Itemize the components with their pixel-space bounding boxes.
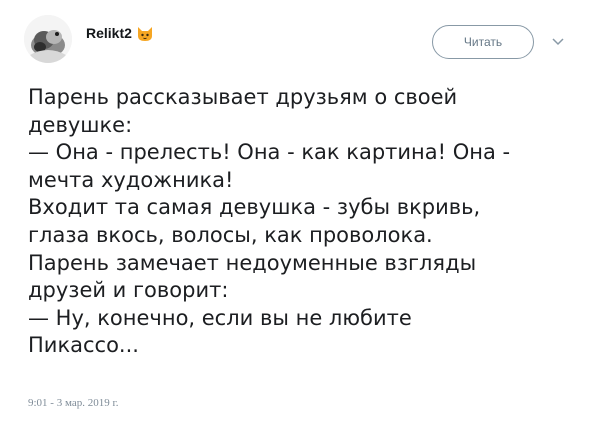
tweet-card: Relikt2 Читать Парень рассказывает друзь… <box>0 0 600 431</box>
tweet-line: девушке: <box>28 112 133 137</box>
cat-face-icon <box>136 24 154 42</box>
chevron-down-icon[interactable] <box>552 37 564 47</box>
tweet-line: — Она - прелесть! Она - как картина! Она… <box>28 140 511 165</box>
tweet-line: глаза вкось, волосы, как проволока. <box>28 222 433 247</box>
tweet-text: Парень рассказывает друзьям о своей деву… <box>28 84 578 360</box>
follow-button[interactable]: Читать <box>432 25 534 59</box>
avatar-image <box>24 15 72 63</box>
avatar[interactable] <box>24 15 72 63</box>
tweet-line: Входит та самая девушка - зубы вкривь, <box>28 195 481 220</box>
tweet-line: Парень рассказывает друзьям о своей <box>28 85 458 109</box>
username[interactable]: Relikt2 <box>86 25 132 41</box>
tweet-line: — Ну, конечно, если вы не любите <box>28 305 412 330</box>
tweet-line: друзей и говорит: <box>28 278 229 303</box>
tweet-line: мечта художника! <box>28 167 234 192</box>
tweet-timestamp[interactable]: 9:01 - 3 мар. 2019 г. <box>28 397 119 409</box>
tweet-line: Пикассо... <box>28 333 139 358</box>
tweet-line: Парень замечает недоуменные взгляды <box>28 250 477 275</box>
username-row: Relikt2 <box>86 24 154 42</box>
